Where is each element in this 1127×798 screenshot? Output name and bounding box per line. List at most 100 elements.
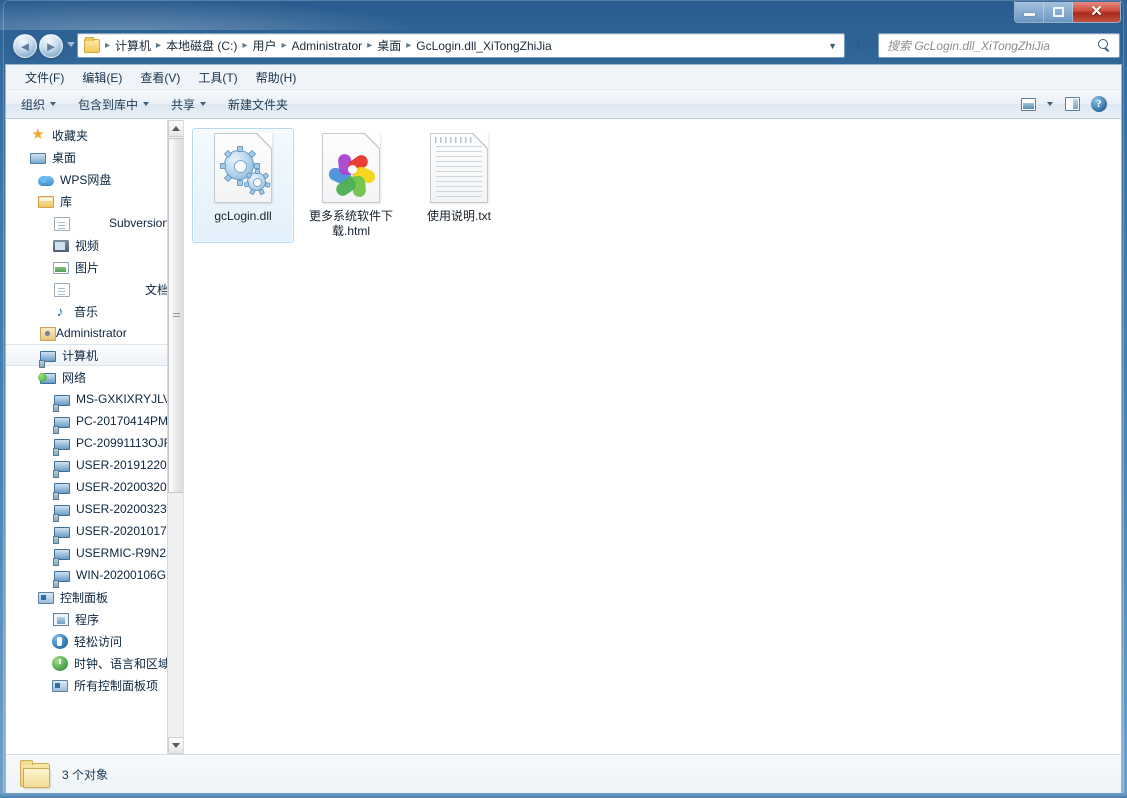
sidebar-item-7[interactable]: 文档: [6, 278, 171, 300]
help-icon: ?: [1091, 96, 1107, 112]
preview-pane-button[interactable]: [1060, 94, 1084, 115]
minimize-icon: [1023, 13, 1035, 16]
search-input[interactable]: 搜索 GcLogin.dll_XiTongZhiJia: [887, 37, 1050, 54]
html-pinwheel-icon: [322, 133, 380, 203]
search-icon: [1098, 39, 1111, 52]
close-button[interactable]: ✕: [1073, 1, 1120, 22]
sidebar-item-19[interactable]: USERMIC-R9N2S: [6, 542, 171, 566]
menu-item-编辑e[interactable]: 编辑(E): [73, 66, 131, 89]
toolbar-button-共享[interactable]: 共享: [162, 92, 215, 117]
scrollbar-thumb[interactable]: [168, 138, 183, 493]
view-dropdown-button[interactable]: [1043, 94, 1057, 115]
scroll-up-button[interactable]: [168, 120, 183, 137]
file-item[interactable]: 使用说明.txt: [408, 128, 510, 243]
recent-locations-button[interactable]: [67, 42, 75, 47]
status-bar: 3 个对象: [6, 754, 1121, 794]
notepad-line: [436, 166, 482, 167]
toolbar-button-新建文件夹[interactable]: 新建文件夹: [219, 92, 297, 117]
sidebar-item-2[interactable]: WPS网盘: [6, 168, 171, 190]
search-box[interactable]: 搜索 GcLogin.dll_XiTongZhiJia: [878, 33, 1120, 58]
dll-gears-icon: [214, 133, 272, 203]
notepad-line: [436, 191, 482, 192]
sidebar-item-8[interactable]: ♪ 音乐: [6, 300, 171, 322]
help-button[interactable]: ?: [1087, 94, 1111, 115]
back-button[interactable]: ◄: [13, 34, 37, 58]
breadcrumb-item[interactable]: 计算机: [112, 35, 154, 56]
forward-button[interactable]: ►: [39, 34, 63, 58]
sidebar-item-6[interactable]: 图片: [6, 256, 171, 278]
sidebar-item-21[interactable]: 控制面板: [6, 586, 171, 608]
view-icon: [1020, 97, 1036, 111]
chevron-down-icon: [50, 102, 57, 106]
notepad-line: [436, 186, 482, 187]
sidebar-item-label: 库: [60, 194, 73, 209]
sidebar-item-9[interactable]: Administrator: [6, 322, 171, 344]
breadcrumb-item[interactable]: 本地磁盘 (C:): [163, 35, 240, 56]
file-item[interactable]: 更多系统软件下载.html: [300, 128, 402, 243]
sidebar-item-17[interactable]: USER-20200323Y: [6, 498, 171, 522]
file-item[interactable]: gcLogin.dll: [192, 128, 294, 243]
sidebar-item-5[interactable]: 视频: [6, 234, 171, 256]
maximize-button[interactable]: [1044, 1, 1073, 22]
gear-tooth: [247, 149, 257, 159]
sidebar-item-11[interactable]: 网络: [6, 366, 171, 388]
minimize-button[interactable]: [1015, 1, 1044, 22]
computer-icon: [39, 350, 56, 368]
sidebar-item-14[interactable]: PC-20991113OJF: [6, 432, 171, 456]
file-label: 使用说明.txt: [426, 209, 491, 223]
window-bottom-edge: [0, 793, 1127, 798]
menu-item-文件f[interactable]: 文件(F): [16, 66, 73, 89]
sidebar-item-22[interactable]: 程序: [6, 608, 171, 630]
breadcrumb-item[interactable]: 桌面: [374, 35, 404, 56]
sidebar-item-23[interactable]: 轻松访问: [6, 630, 171, 652]
toolbar-button-包含到库中[interactable]: 包含到库中: [69, 92, 158, 117]
sidebar-item-1[interactable]: 桌面: [6, 146, 171, 168]
sidebar-item-12[interactable]: MS-GXKIXRYJLV: [6, 388, 171, 412]
notepad-line: [436, 181, 482, 182]
sidebar-item-15[interactable]: USER-20191220I: [6, 454, 171, 478]
chevron-down-icon[interactable]: ▼: [821, 41, 844, 51]
window-controls: ✕: [1014, 1, 1121, 23]
control-panel-icon: [38, 592, 54, 604]
breadcrumb: ▸ 计算机 ▸ 本地磁盘 (C:) ▸ 用户 ▸ Administrator ▸ 桌面 ▸ GcLog…: [103, 35, 555, 56]
file-label: gcLogin.dll: [214, 209, 272, 223]
sidebar-item-20[interactable]: WIN-20200106G: [6, 564, 171, 588]
sidebar-item-24[interactable]: 时钟、语言和区域: [6, 652, 171, 674]
file-label: 更多系统软件下载.html: [308, 209, 393, 238]
address-bar[interactable]: ▸ 计算机 ▸ 本地磁盘 (C:) ▸ 用户 ▸ Administrator ▸ 桌面 ▸ GcLog…: [77, 33, 845, 58]
notepad-line: [436, 161, 482, 162]
breadcrumb-item[interactable]: Administrator: [288, 37, 365, 55]
sidebar-item-label: 音乐: [74, 304, 99, 319]
file-list-pane[interactable]: gcLogin.dll 更多系统软件下载.html 使用说明.txt: [184, 120, 1121, 754]
sidebar-item-0[interactable]: ★ 收藏夹: [6, 124, 171, 146]
sidebar-item-label: 控制面板: [60, 590, 109, 605]
sidebar-item-18[interactable]: USER-20201017I: [6, 520, 171, 544]
change-view-button[interactable]: [1016, 94, 1040, 115]
breadcrumb-item[interactable]: 用户: [249, 35, 279, 56]
sidebar-item-13[interactable]: PC-20170414PM: [6, 410, 171, 434]
sidebar-item-25[interactable]: 所有控制面板项: [6, 674, 171, 696]
computer-icon: [53, 416, 70, 434]
breadcrumb-separator: ▸: [281, 40, 287, 51]
refresh-button[interactable]: ↻: [850, 35, 871, 56]
sidebar-item-10[interactable]: 计算机: [6, 344, 171, 368]
toolbar-button-组织[interactable]: 组织: [12, 92, 65, 117]
back-arrow-icon: ◄: [18, 38, 32, 54]
gear-tooth: [259, 189, 266, 196]
sidebar-item-3[interactable]: 库: [6, 190, 171, 212]
scroll-down-button[interactable]: [168, 737, 183, 754]
sidebar-item-16[interactable]: USER-20200320U: [6, 476, 171, 500]
computer-icon: [53, 526, 70, 544]
sidebar-item-label: PC-20991113OJF: [76, 436, 169, 450]
menu-item-帮助h[interactable]: 帮助(H): [247, 66, 306, 89]
network-icon: [38, 372, 56, 384]
control-panel-icon: [52, 680, 68, 692]
breadcrumb-separator: ▸: [105, 40, 111, 51]
menu-item-查看v[interactable]: 查看(V): [131, 66, 189, 89]
star-icon: ★: [31, 126, 45, 143]
sidebar-item-4[interactable]: Subversion: [6, 212, 171, 234]
breadcrumb-item[interactable]: GcLogin.dll_XiTongZhiJia: [413, 37, 554, 55]
gear-tooth: [223, 173, 233, 183]
menu-item-工具t[interactable]: 工具(T): [189, 66, 246, 89]
navigation-scrollbar[interactable]: [167, 120, 183, 754]
